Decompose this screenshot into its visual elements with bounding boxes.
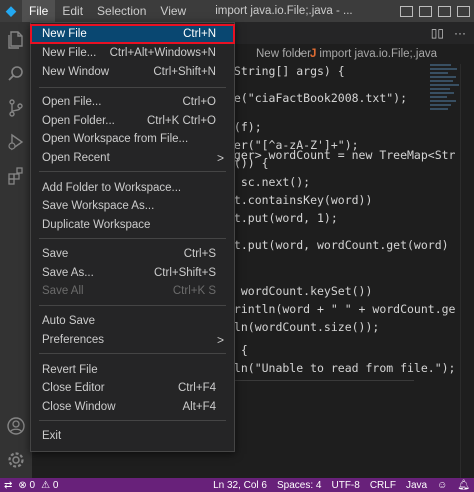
- menu-item-preferences[interactable]: Preferences >: [31, 331, 234, 349]
- split-editor-icon[interactable]: ▯▯: [431, 26, 444, 40]
- menu-item-save-all[interactable]: Save All Ctrl+K S: [31, 282, 234, 300]
- vscode-logo-icon: ◆: [6, 3, 16, 18]
- menu-item-save-as[interactable]: Save As... Ctrl+Shift+S: [31, 264, 234, 282]
- java-file-icon: J: [310, 48, 317, 60]
- more-actions-icon[interactable]: ···: [454, 26, 466, 40]
- code-line: : wordCount.keySet()): [227, 284, 373, 298]
- menu-item-new-file[interactable]: New File Ctrl+N: [30, 24, 235, 44]
- menu-item-open-recent[interactable]: Open Recent >: [31, 149, 234, 167]
- warnings-count[interactable]: ⚠ 0: [41, 480, 58, 491]
- menu-item-new-window[interactable]: New Window Ctrl+Shift+N: [31, 63, 234, 81]
- code-line: nt.put(word, wordCount.get(word): [227, 238, 449, 252]
- menu-separator: [39, 420, 226, 421]
- menu-view[interactable]: View: [153, 0, 193, 22]
- code-line: le("ciaFactBook2008.txt");: [227, 91, 408, 105]
- minimap[interactable]: [430, 64, 460, 134]
- file-menu-dropdown: New File Ctrl+N New File... Ctrl+Alt+Win…: [30, 22, 235, 452]
- menu-bar: File Edit Selection View: [22, 0, 193, 22]
- editor-actions: ▯▯ ···: [431, 26, 466, 40]
- menu-file[interactable]: File: [22, 0, 56, 22]
- account-icon[interactable]: [4, 414, 28, 438]
- layout-controls: [400, 0, 470, 22]
- code-line: nt.containsKey(word)): [227, 193, 373, 207]
- code-line: (String[] args) {: [227, 64, 345, 78]
- code-line: tln("Unable to read from file.");: [227, 361, 456, 375]
- breadcrumb-file[interactable]: Jimport java.io.File;.java: [310, 44, 437, 64]
- breadcrumb-file-label: import java.io.File;.java: [319, 48, 438, 60]
- menu-item-add-folder[interactable]: Add Folder to Workspace...: [31, 179, 234, 197]
- menu-item-auto-save[interactable]: Auto Save: [31, 312, 234, 330]
- notifications-bell-icon[interactable]: 🔔︎: [457, 480, 470, 491]
- extensions-icon[interactable]: [4, 164, 28, 188]
- menu-item-save[interactable]: Save Ctrl+S: [31, 245, 234, 263]
- code-line: = sc.next();: [227, 175, 311, 189]
- cursor-position[interactable]: Ln 32, Col 6: [213, 480, 267, 491]
- indentation[interactable]: Spaces: 4: [277, 480, 321, 491]
- explorer-icon[interactable]: [4, 28, 28, 52]
- menu-item-open-file[interactable]: Open File... Ctrl+O: [31, 93, 234, 111]
- activity-bar: [0, 22, 32, 478]
- editor-divider: [227, 380, 414, 381]
- submenu-chevron-icon: >: [216, 151, 224, 165]
- breadcrumb-folder[interactable]: New folder: [256, 44, 311, 64]
- source-control-icon[interactable]: [4, 96, 28, 120]
- breadcrumb-chevron-icon: ›: [298, 48, 302, 60]
- code-line: nt.put(word, 1);: [227, 211, 338, 225]
- customize-layout-icon[interactable]: [457, 5, 470, 17]
- menu-item-duplicate-workspace[interactable]: Duplicate Workspace: [31, 216, 234, 234]
- menu-separator: [39, 171, 226, 172]
- title-bar: ◆ File Edit Selection View import java.i…: [0, 0, 474, 22]
- menu-separator: [39, 238, 226, 239]
- editor-scrollbar[interactable]: [460, 64, 474, 478]
- menu-item-save-workspace-as[interactable]: Save Workspace As...: [31, 197, 234, 215]
- toggle-sidebar-icon[interactable]: [400, 5, 413, 17]
- menu-separator: [39, 305, 226, 306]
- menu-item-open-workspace[interactable]: Open Workspace from File...: [31, 130, 234, 148]
- code-line: println(word + " " + wordCount.ge: [227, 302, 456, 316]
- menu-item-close-editor[interactable]: Close Editor Ctrl+F4: [31, 379, 234, 397]
- run-debug-icon[interactable]: [4, 130, 28, 154]
- toggle-panel-icon[interactable]: [419, 5, 432, 17]
- errors-count[interactable]: ⊗ 0: [18, 480, 35, 491]
- menu-item-open-folder[interactable]: Open Folder... Ctrl+K Ctrl+O: [31, 112, 234, 130]
- menu-separator: [39, 353, 226, 354]
- settings-gear-icon[interactable]: [4, 448, 28, 472]
- code-line: tln(wordCount.size());: [227, 320, 380, 334]
- menu-selection[interactable]: Selection: [90, 0, 153, 22]
- submenu-chevron-icon: >: [216, 333, 224, 347]
- menu-separator: [39, 87, 226, 88]
- menu-item-close-window[interactable]: Close Window Alt+F4: [31, 398, 234, 416]
- toggle-secondary-sidebar-icon[interactable]: [438, 5, 451, 17]
- language-mode[interactable]: Java: [406, 480, 427, 491]
- feedback-icon[interactable]: ☺: [437, 480, 447, 491]
- code-line: eger> wordCount = new TreeMap<Str: [227, 148, 456, 162]
- end-of-line[interactable]: CRLF: [370, 480, 396, 491]
- window-title: import java.io.File;.java - ...: [215, 5, 353, 17]
- remote-indicator-icon[interactable]: ⇄: [4, 480, 12, 491]
- menu-item-revert-file[interactable]: Revert File: [31, 361, 234, 379]
- status-bar: ⇄ ⊗ 0 ⚠ 0 Ln 32, Col 6 Spaces: 4 UTF-8 C…: [0, 478, 474, 492]
- search-icon[interactable]: [4, 62, 28, 86]
- menu-item-exit[interactable]: Exit: [31, 427, 234, 445]
- encoding[interactable]: UTF-8: [331, 480, 359, 491]
- menu-edit[interactable]: Edit: [55, 0, 90, 22]
- menu-item-new-file-dialog[interactable]: New File... Ctrl+Alt+Windows+N: [31, 44, 234, 62]
